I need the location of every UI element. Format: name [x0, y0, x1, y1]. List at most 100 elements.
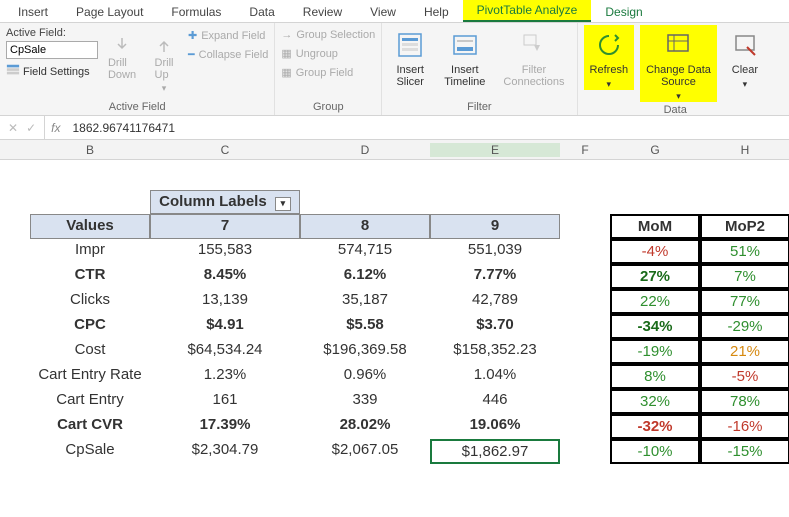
worksheet[interactable]: Column Labels ▾ Values 7 8 9 MoM MoP2 Im… — [0, 160, 789, 464]
pivot-cell[interactable]: 155,583 — [150, 239, 300, 264]
values-header[interactable]: Values — [30, 214, 150, 239]
pivot-cell[interactable]: $4.91 — [150, 314, 300, 339]
tab-insert[interactable]: Insert — [4, 2, 62, 22]
pivot-cell[interactable]: 8.45% — [150, 264, 300, 289]
mop2-cell[interactable]: 21% — [700, 339, 789, 364]
pivot-cell[interactable]: $64,534.24 — [150, 339, 300, 364]
mom-cell[interactable]: -34% — [610, 314, 700, 339]
mom-cell[interactable]: 27% — [610, 264, 700, 289]
mom-cell[interactable]: 8% — [610, 364, 700, 389]
mop2-cell[interactable]: -15% — [700, 439, 789, 464]
pivot-cell[interactable]: $2,067.05 — [300, 439, 430, 464]
pivot-cell[interactable]: 1.04% — [430, 364, 560, 389]
tab-data[interactable]: Data — [235, 2, 288, 22]
drill-down-button[interactable]: Drill Down — [104, 25, 140, 81]
mom-cell[interactable]: -4% — [610, 239, 700, 264]
tab-page-layout[interactable]: Page Layout — [62, 2, 157, 22]
col-header-B[interactable]: B — [30, 143, 150, 157]
col-header-F[interactable]: F — [560, 143, 610, 157]
refresh-button[interactable]: Refresh ▾ — [584, 25, 635, 90]
tab-review[interactable]: Review — [289, 2, 356, 22]
change-data-source-button[interactable]: Change Data Source ▾ — [640, 25, 717, 102]
drill-up-button[interactable]: Drill Up ▾ — [146, 25, 182, 94]
tab-help[interactable]: Help — [410, 2, 463, 22]
column-labels-header[interactable]: Column Labels ▾ — [150, 190, 300, 214]
group-selection-button[interactable]: → Group Selection — [281, 29, 375, 41]
pivot-cell[interactable]: 574,715 — [300, 239, 430, 264]
tab-formulas[interactable]: Formulas — [157, 2, 235, 22]
col-header-G[interactable]: G — [610, 143, 700, 157]
pivot-cell[interactable]: $5.58 — [300, 314, 430, 339]
formula-value[interactable]: 1862.96741176471 — [66, 121, 175, 135]
mop2-cell[interactable]: -5% — [700, 364, 789, 389]
col-header-E[interactable]: E — [430, 143, 560, 157]
pivot-row-label[interactable]: CpSale — [30, 439, 150, 464]
mom-cell[interactable]: -10% — [610, 439, 700, 464]
confirm-icon[interactable]: ✓ — [26, 121, 36, 135]
mop2-cell[interactable]: -16% — [700, 414, 789, 439]
pivot-cell[interactable]: 19.06% — [430, 414, 560, 439]
pivot-cell[interactable]: $196,369.58 — [300, 339, 430, 364]
group-field-button[interactable]: ▦ Group Field — [281, 66, 375, 79]
col-header-H[interactable]: H — [700, 143, 789, 157]
mom-cell[interactable]: 22% — [610, 289, 700, 314]
mop2-cell[interactable]: 51% — [700, 239, 789, 264]
pivot-row-label[interactable]: CTR — [30, 264, 150, 289]
pivot-cell[interactable]: 7.77% — [430, 264, 560, 289]
col-header-D[interactable]: D — [300, 143, 430, 157]
pivot-cell[interactable]: 1.23% — [150, 364, 300, 389]
pivot-cell[interactable]: 28.02% — [300, 414, 430, 439]
column-labels-dropdown[interactable]: ▾ — [275, 197, 291, 211]
pivot-cell[interactable]: 0.96% — [300, 364, 430, 389]
pivot-row-label[interactable]: Impr — [30, 239, 150, 264]
pivot-row-label[interactable]: Clicks — [30, 289, 150, 314]
pivot-cell[interactable]: 42,789 — [430, 289, 560, 314]
mom-cell[interactable]: -19% — [610, 339, 700, 364]
pivot-row-label[interactable]: Cart Entry — [30, 389, 150, 414]
pivot-cell[interactable]: 6.12% — [300, 264, 430, 289]
mop2-cell[interactable]: -29% — [700, 314, 789, 339]
insert-timeline-button[interactable]: Insert Timeline — [438, 25, 491, 88]
col-header-C[interactable]: C — [150, 143, 300, 157]
insert-slicer-button[interactable]: Insert Slicer — [388, 25, 432, 88]
column-labels-text: Column Labels — [159, 193, 267, 210]
mom-cell[interactable]: -32% — [610, 414, 700, 439]
pivot-cell[interactable]: $158,352.23 — [430, 339, 560, 364]
col-8-header[interactable]: 8 — [300, 214, 430, 239]
mop2-cell[interactable]: 78% — [700, 389, 789, 414]
col-9-header[interactable]: 9 — [430, 214, 560, 239]
pivot-row-label[interactable]: Cost — [30, 339, 150, 364]
pivot-table[interactable]: Column Labels ▾ Values 7 8 9 MoM MoP2 Im… — [0, 190, 789, 464]
active-field-input[interactable] — [6, 41, 98, 59]
mom-header[interactable]: MoM — [610, 214, 700, 239]
collapse-field-button[interactable]: ━ Collapse Field — [188, 48, 268, 61]
field-settings-button[interactable]: Field Settings — [6, 63, 98, 80]
pivot-row-label[interactable]: Cart Entry Rate — [30, 364, 150, 389]
mop2-cell[interactable]: 77% — [700, 289, 789, 314]
tab-pivottable-analyze[interactable]: PivotTable Analyze — [463, 0, 592, 22]
tab-design[interactable]: Design — [591, 2, 656, 22]
tab-view[interactable]: View — [356, 2, 410, 22]
pivot-cell[interactable]: 551,039 — [430, 239, 560, 264]
pivot-cell[interactable]: 339 — [300, 389, 430, 414]
cancel-icon[interactable]: ✕ — [8, 121, 18, 135]
pivot-cell[interactable]: 446 — [430, 389, 560, 414]
fx-label[interactable]: fx — [45, 121, 66, 135]
mop2-header[interactable]: MoP2 — [700, 214, 789, 239]
pivot-cell[interactable]: $2,304.79 — [150, 439, 300, 464]
pivot-cell[interactable]: 17.39% — [150, 414, 300, 439]
col-7-header[interactable]: 7 — [150, 214, 300, 239]
pivot-cell[interactable]: $3.70 — [430, 314, 560, 339]
pivot-cell[interactable]: 161 — [150, 389, 300, 414]
clear-button[interactable]: Clear ▾ — [723, 25, 767, 90]
pivot-cell[interactable]: 13,139 — [150, 289, 300, 314]
pivot-cell[interactable]: $1,862.97 — [430, 439, 560, 464]
pivot-cell[interactable]: 35,187 — [300, 289, 430, 314]
mop2-cell[interactable]: 7% — [700, 264, 789, 289]
ungroup-button[interactable]: ▦ Ungroup — [281, 47, 375, 60]
pivot-row-label[interactable]: Cart CVR — [30, 414, 150, 439]
pivot-row-label[interactable]: CPC — [30, 314, 150, 339]
mom-cell[interactable]: 32% — [610, 389, 700, 414]
expand-field-button[interactable]: ✚ Expand Field — [188, 29, 268, 42]
filter-connections-button[interactable]: Filter Connections — [497, 25, 570, 88]
